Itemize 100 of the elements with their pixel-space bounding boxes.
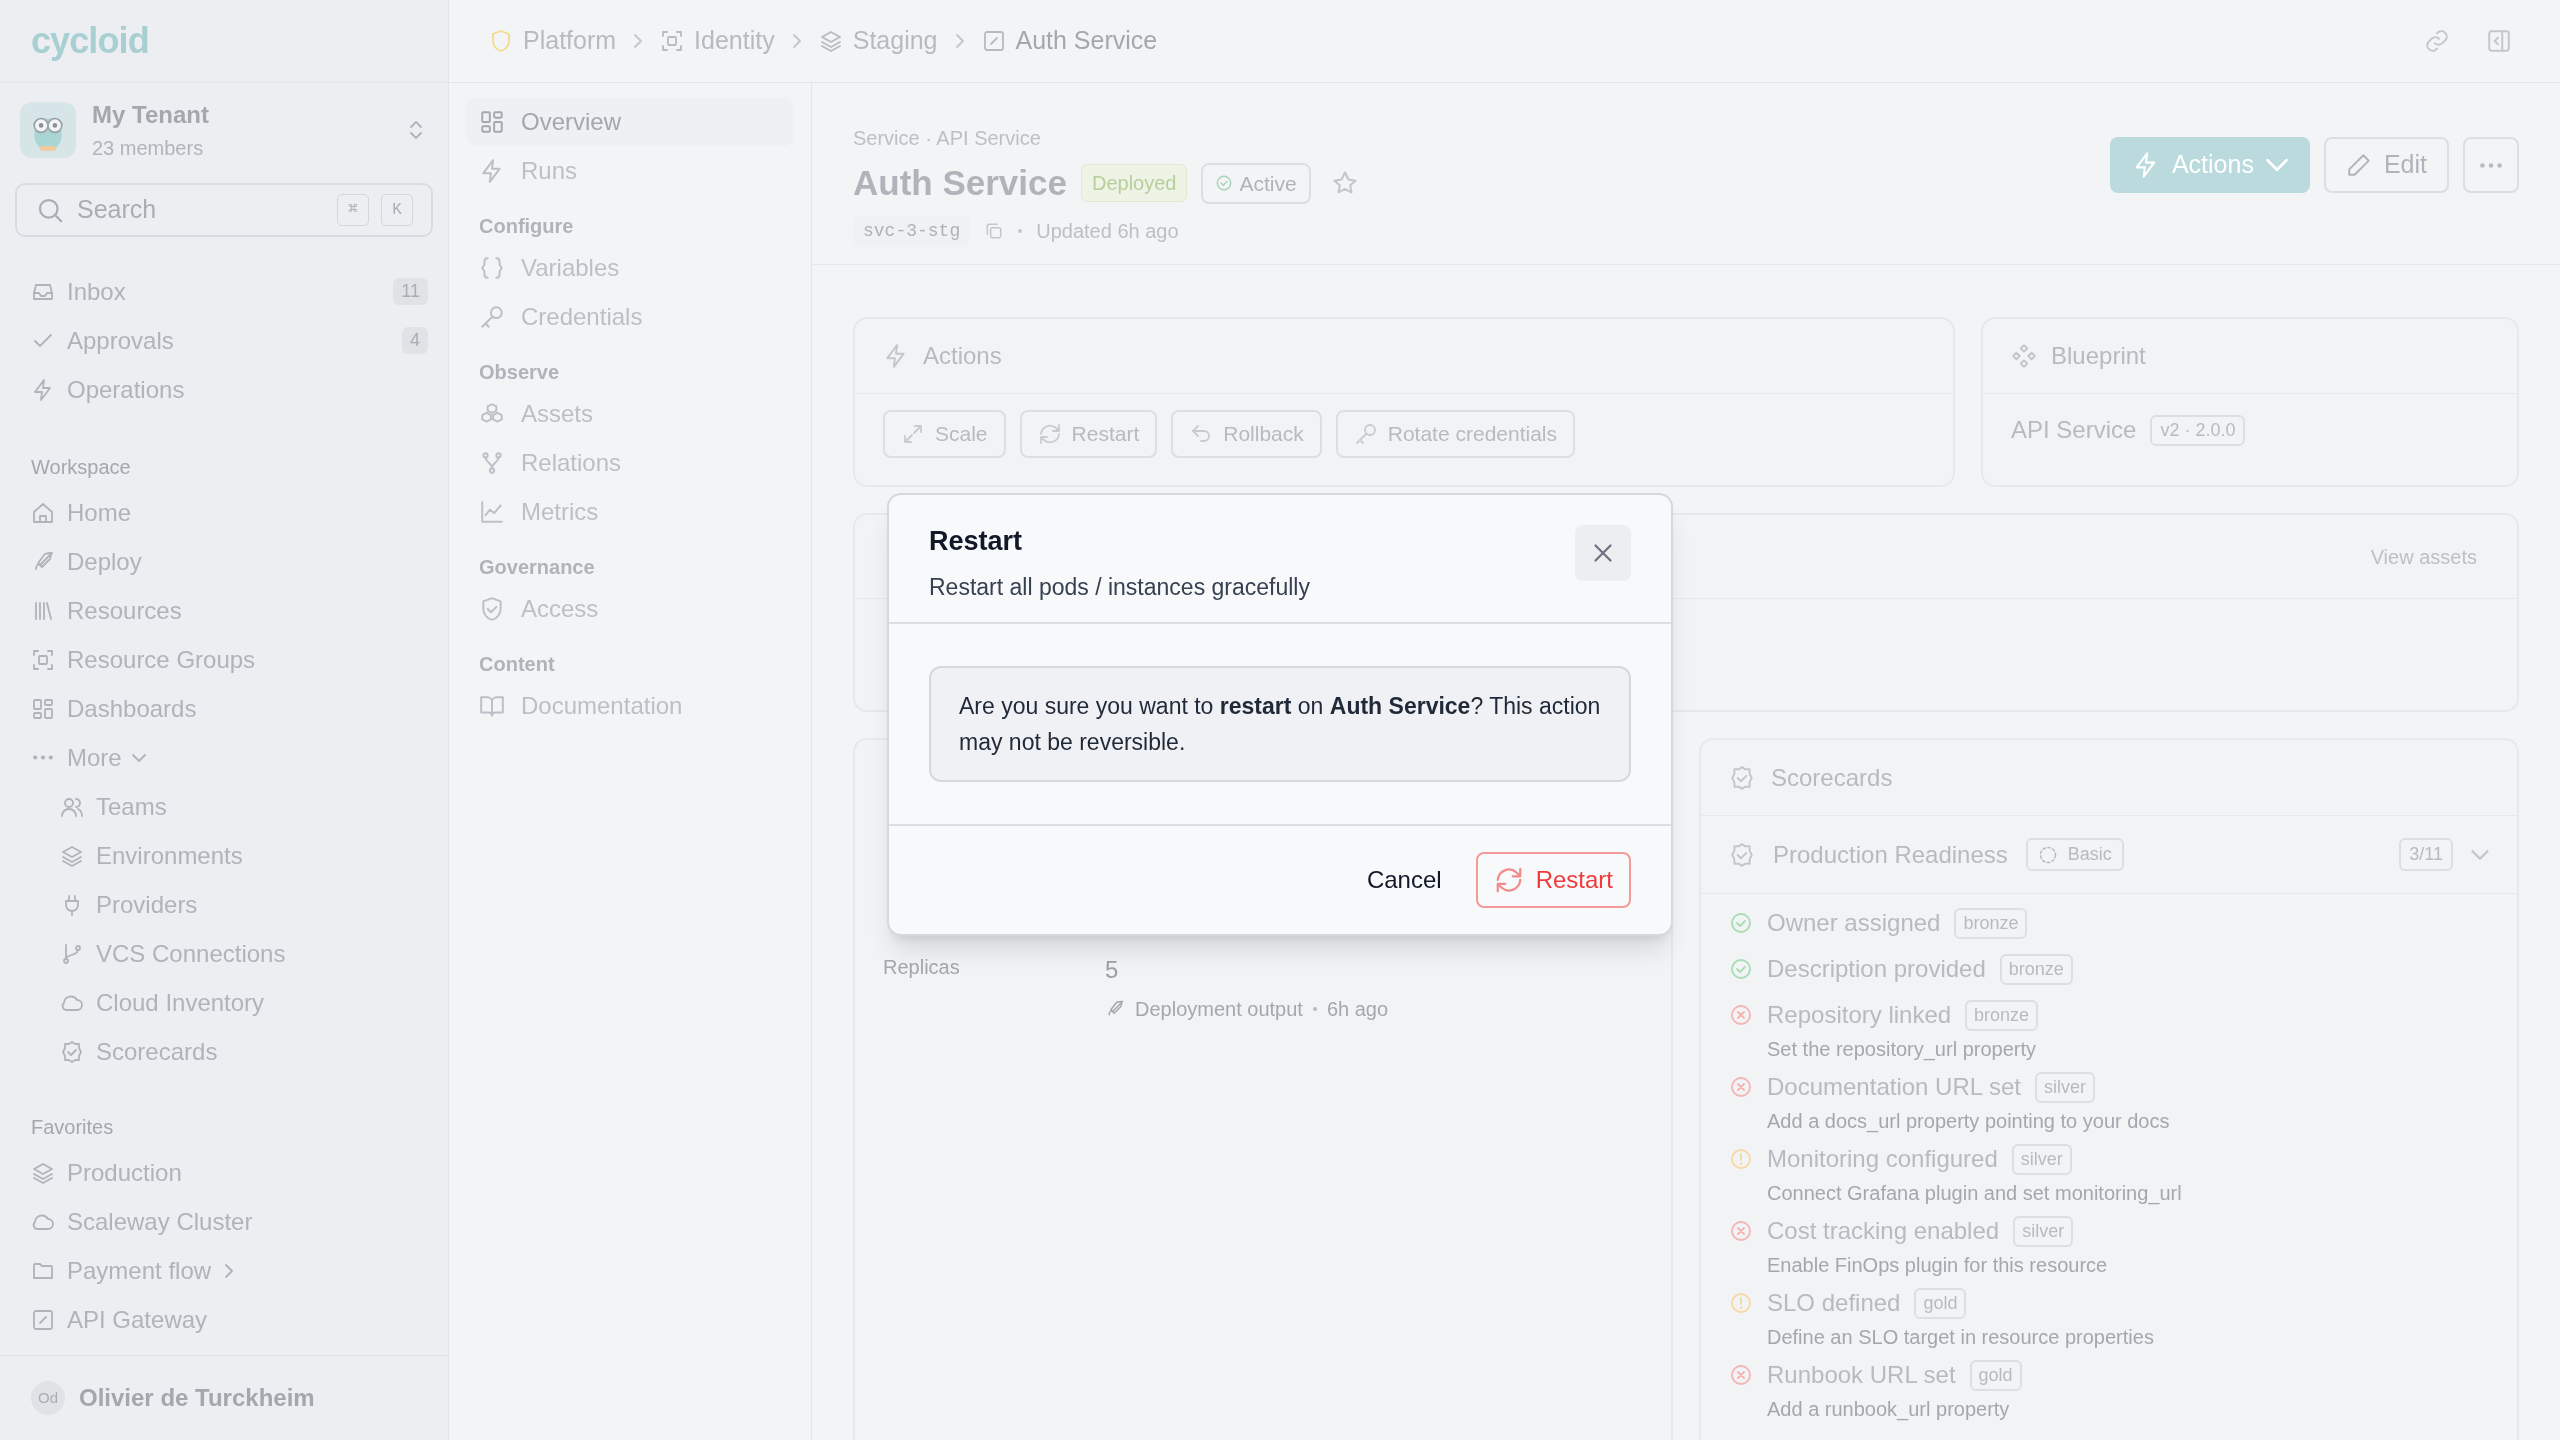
link-icon[interactable]	[2424, 28, 2450, 54]
search-input[interactable]: Search	[77, 191, 325, 229]
source-time: 6h ago	[1326, 997, 1389, 1022]
tier-tag: silver	[2034, 1071, 2095, 1103]
nav-item[interactable]: Overview	[466, 97, 794, 146]
key-icon	[1353, 422, 1378, 446]
user-name: Olivier de Turckheim	[79, 1383, 315, 1413]
action-button[interactable]: Scale	[883, 410, 1006, 458]
check-hint: Add a docs_url property pointing to your docs	[1766, 1109, 2171, 1134]
action-button[interactable]: Rollback	[1171, 410, 1322, 458]
badge-check-icon	[1729, 841, 1755, 868]
edit-button[interactable]: Edit	[2323, 137, 2449, 193]
section-heading: Configure	[478, 214, 575, 239]
tier-tag: gold	[1914, 1287, 1967, 1319]
layers-icon	[60, 843, 84, 868]
scorecard-header[interactable]: Production Readiness Basic 3/11	[1701, 816, 2517, 894]
check-name: Runbook URL set	[1767, 1360, 1956, 1390]
relations-icon	[479, 449, 505, 476]
tier-tag: bronze	[1965, 999, 2039, 1031]
layers-icon	[31, 1160, 55, 1185]
more-button[interactable]	[2463, 137, 2519, 193]
check-name: Owner assigned	[1767, 908, 1941, 938]
check-name: Description provided	[1767, 954, 1986, 984]
breadcrumb-link[interactable]: Staging	[818, 22, 938, 60]
action-button[interactable]: Rotate credentials	[1335, 410, 1576, 458]
actions-button[interactable]: Actions	[2109, 137, 2310, 193]
breadcrumb-link[interactable]: Platform	[489, 22, 617, 60]
chevron-right-icon	[634, 34, 643, 48]
item-label: Operations	[67, 374, 185, 405]
dashboard-icon	[479, 108, 505, 135]
sidebar-item[interactable]: Scorecards	[0, 1027, 448, 1076]
breadcrumb-link[interactable]: Auth Service	[981, 22, 1158, 60]
more-icon	[2480, 162, 2502, 168]
section-heading: Favorites	[30, 1115, 115, 1140]
level-badge: Basic	[2025, 838, 2124, 871]
field-label: Replicas	[883, 955, 961, 980]
check-name: Documentation URL set	[1767, 1072, 2021, 1102]
action-button[interactable]: Restart	[1019, 410, 1158, 458]
card-title: Actions	[923, 341, 1002, 371]
badge-check-icon	[60, 1039, 84, 1064]
dashboard-icon	[31, 696, 55, 721]
tier-tag: bronze	[1999, 953, 2073, 985]
sidebar-item[interactable]: VCS Connections	[0, 929, 448, 978]
sidebar-item[interactable]: More	[0, 733, 448, 782]
tier-tag: silver	[2011, 1143, 2072, 1175]
dashed-circle-icon	[2037, 844, 2058, 865]
sidebar-item[interactable]: Home	[0, 488, 448, 537]
sidebar-item[interactable]: Resources	[0, 586, 448, 635]
search-box[interactable]: Search ⌘ K	[15, 183, 433, 237]
home-icon	[31, 500, 55, 525]
tier-tag: bronze	[1954, 907, 2028, 939]
sidebar-item[interactable]: Payment flow	[0, 1246, 448, 1295]
card-title: Scorecards	[1771, 762, 1893, 793]
square-pen-icon	[981, 29, 1006, 53]
sidebar-item[interactable]: Operations	[0, 365, 448, 414]
refresh-icon	[1037, 422, 1062, 446]
blueprint-name: API Service	[2011, 415, 2137, 445]
restart-button[interactable]: Restart	[1475, 852, 1631, 908]
sidebar-item[interactable]: Scaleway Cluster	[0, 1197, 448, 1246]
dialog-subtitle: Restart all pods / instances gracefully	[929, 572, 1310, 602]
sidebar-item[interactable]: Dashboards	[0, 684, 448, 733]
close-button[interactable]	[1575, 525, 1631, 581]
breadcrumb-link[interactable]: Identity	[660, 22, 775, 60]
check-name: Cost tracking enabled	[1767, 1216, 2000, 1246]
shortcut-key: ⌘	[337, 194, 369, 226]
more-icon	[33, 755, 53, 760]
status-badge: Active	[1201, 162, 1311, 204]
section-heading: Workspace	[30, 455, 132, 480]
chevron-down-icon[interactable]	[2471, 849, 2489, 860]
score-badge: 3/11	[2399, 838, 2453, 871]
expand-icon	[901, 422, 925, 446]
chevron-right-icon	[955, 34, 964, 48]
chevron-down-icon	[131, 753, 146, 762]
sidebar-item[interactable]: Cloud Inventory	[0, 978, 448, 1027]
section-heading: Content	[478, 652, 556, 677]
shortcut-key: K	[381, 194, 413, 226]
pencil-icon	[2345, 152, 2372, 178]
sidebar-item[interactable]: Production	[0, 1148, 448, 1197]
cancel-button[interactable]: Cancel	[1362, 852, 1446, 908]
member-count: 23 members	[92, 136, 205, 161]
page-title: Auth Service	[853, 162, 1067, 204]
source-label: Deployment output	[1135, 997, 1303, 1022]
check-hint: Connect Grafana plugin and set monitoring_url	[1766, 1181, 2183, 1206]
sidebar-item[interactable]: Teams	[0, 782, 448, 831]
panel-icon[interactable]	[2486, 28, 2512, 54]
check-hint: Enable FinOps plugin for this resource	[1766, 1253, 2109, 1278]
item-label: Inbox	[67, 276, 126, 307]
sidebar-item[interactable]: API Gateway	[0, 1295, 448, 1344]
section-heading: Observe	[478, 360, 561, 385]
status-badge: Deployed	[1080, 164, 1188, 203]
sidebar-item[interactable]: Resource Groups	[0, 635, 448, 684]
sidebar-item[interactable]: Environments	[0, 831, 448, 880]
sidebar-item[interactable]: Providers	[0, 880, 448, 929]
badge-check-icon	[1729, 764, 1755, 791]
sidebar-item[interactable]: Deploy	[0, 537, 448, 586]
layers-icon	[818, 29, 843, 53]
shield-check-icon	[479, 595, 505, 622]
confirmation-message: Are you sure you want to restart on Auth Service? This action may not be reversible.	[929, 666, 1631, 782]
card-title: Blueprint	[2051, 341, 2146, 371]
square-pen-icon	[31, 1307, 55, 1332]
